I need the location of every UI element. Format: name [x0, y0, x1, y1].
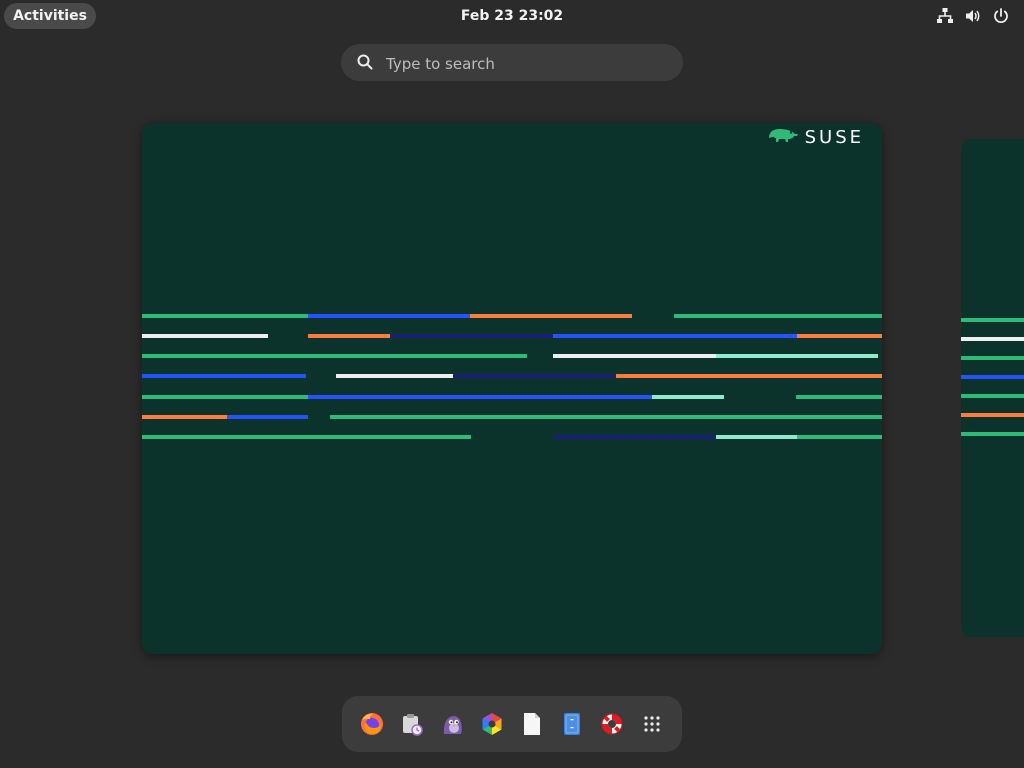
- color-wheel-icon[interactable]: [476, 708, 508, 740]
- network-icon[interactable]: [936, 7, 954, 25]
- wallpaper-stripe: [142, 354, 527, 358]
- wallpaper-stripe: [308, 395, 652, 399]
- chameleon-icon: [767, 126, 799, 148]
- wallpaper-stripe: [142, 415, 227, 419]
- wallpaper-stripe: [961, 413, 1024, 417]
- suse-wordmark: SUSE: [804, 126, 864, 148]
- wallpaper-stripe: [553, 334, 797, 338]
- wallpaper-stripe: [797, 334, 882, 338]
- pidgin-icon[interactable]: [436, 708, 468, 740]
- wallpaper-stripe: [553, 435, 716, 439]
- wallpaper-stripe: [961, 356, 1024, 360]
- wallpaper-stripe: [797, 435, 882, 439]
- search-icon: [356, 53, 374, 75]
- wallpaper-stripe: [336, 374, 453, 378]
- workspace-thumbnail-next[interactable]: [961, 139, 1024, 637]
- volume-icon[interactable]: [964, 7, 982, 25]
- firefox-icon[interactable]: [356, 708, 388, 740]
- wallpaper-stripe: [330, 415, 882, 419]
- file-manager-icon[interactable]: [556, 708, 588, 740]
- wallpaper-stripe: [553, 354, 716, 358]
- wallpaper-stripe: [390, 334, 553, 338]
- wallpaper-stripe: [616, 374, 882, 378]
- workspace-thumbnail-current[interactable]: SUSE: [142, 123, 882, 654]
- wallpaper-stripe: [142, 435, 471, 439]
- wallpaper-stripe: [674, 314, 882, 318]
- help-lifebuoy-icon[interactable]: [596, 708, 628, 740]
- power-icon[interactable]: [992, 7, 1010, 25]
- document-icon[interactable]: [516, 708, 548, 740]
- wallpaper-stripe: [961, 375, 1024, 379]
- wallpaper-stripe: [961, 394, 1024, 398]
- wallpaper-stripe: [470, 314, 632, 318]
- search-bar[interactable]: [341, 44, 683, 83]
- clock[interactable]: Feb 23 23:02: [0, 0, 1024, 32]
- wallpaper-stripe: [142, 374, 306, 378]
- wallpaper-stripe: [961, 318, 1024, 322]
- wallpaper-stripe: [142, 395, 308, 399]
- wallpaper-stripe: [961, 337, 1024, 341]
- app-grid-icon[interactable]: [636, 708, 668, 740]
- wallpaper-stripe: [716, 354, 878, 358]
- wallpaper-stripe: [308, 334, 390, 338]
- wallpaper-stripe: [652, 395, 724, 399]
- suse-logo: SUSE: [767, 126, 864, 148]
- search-input[interactable]: [384, 44, 668, 83]
- top-bar: Activities Feb 23 23:02: [0, 0, 1024, 32]
- wallpaper-stripe: [961, 432, 1024, 436]
- wallpaper-stripe: [453, 374, 616, 378]
- wallpaper-stripe: [142, 314, 308, 318]
- system-tray[interactable]: [936, 6, 1010, 26]
- package-update-icon[interactable]: [396, 708, 428, 740]
- wallpaper-stripe: [308, 314, 470, 318]
- wallpaper-stripe: [716, 435, 797, 439]
- wallpaper-stripe: [227, 415, 308, 419]
- wallpaper-stripe: [142, 334, 268, 338]
- dash-dock: [342, 696, 682, 752]
- wallpaper-stripe: [796, 395, 882, 399]
